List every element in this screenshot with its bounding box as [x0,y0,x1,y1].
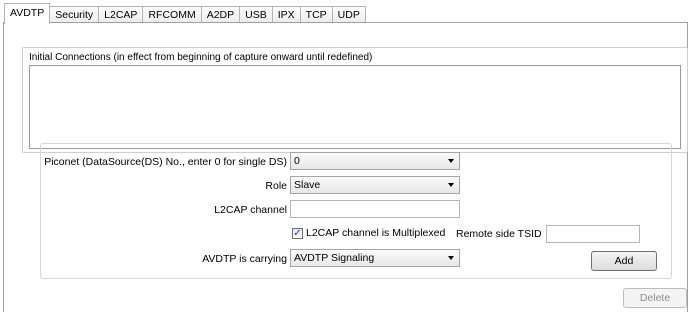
tab-rfcomm[interactable]: RFCOMM [142,6,202,23]
initial-connections-group: Initial Connections (in effect from begi… [22,47,688,153]
tab-security[interactable]: Security [49,6,100,23]
connection-entry-group: Piconet (DataSource(DS) No., enter 0 for… [40,143,672,279]
carrying-label: AVDTP is carrying [202,253,287,265]
chevron-down-icon [448,256,454,260]
initial-connections-textbox[interactable] [29,65,681,149]
tab-l2cap[interactable]: L2CAP [98,6,144,23]
tab-a2dp[interactable]: A2DP [200,6,241,23]
tab-tcp[interactable]: TCP [299,6,333,23]
carrying-select[interactable]: AVDTP Signaling [290,249,460,267]
role-select[interactable]: Slave [290,176,460,194]
add-button[interactable]: Add [591,251,657,271]
initial-connections-label: Initial Connections (in effect from begi… [29,52,373,63]
tab-usb[interactable]: USB [239,6,273,23]
multiplexed-label: L2CAP channel is Multiplexed [306,227,446,239]
role-select-value: Slave [294,179,321,191]
tab-avdtp[interactable]: AVDTP [4,3,51,24]
tab-udp[interactable]: UDP [331,6,366,23]
chevron-down-icon [448,159,454,163]
piconet-select[interactable]: 0 [290,152,460,170]
piconet-select-value: 0 [294,155,300,167]
remote-tsid-label: Remote side TSID [456,228,542,240]
avdtp-tab-panel: Initial Connections (in effect from begi… [3,22,688,312]
delete-button[interactable]: Delete [623,288,687,308]
role-label: Role [265,180,287,192]
piconet-label: Piconet (DataSource(DS) No., enter 0 for… [44,156,287,168]
protocol-tab-strip: AVDTP Security L2CAP RFCOMM A2DP USB IPX… [4,3,366,24]
multiplexed-checkbox[interactable]: ✓ [292,228,303,239]
chevron-down-icon [448,183,454,187]
l2cap-channel-label: L2CAP channel [214,204,287,216]
remote-tsid-input[interactable] [546,225,640,243]
tab-ipx[interactable]: IPX [271,6,301,23]
l2cap-channel-input[interactable] [290,200,460,218]
carrying-select-value: AVDTP Signaling [294,252,375,264]
